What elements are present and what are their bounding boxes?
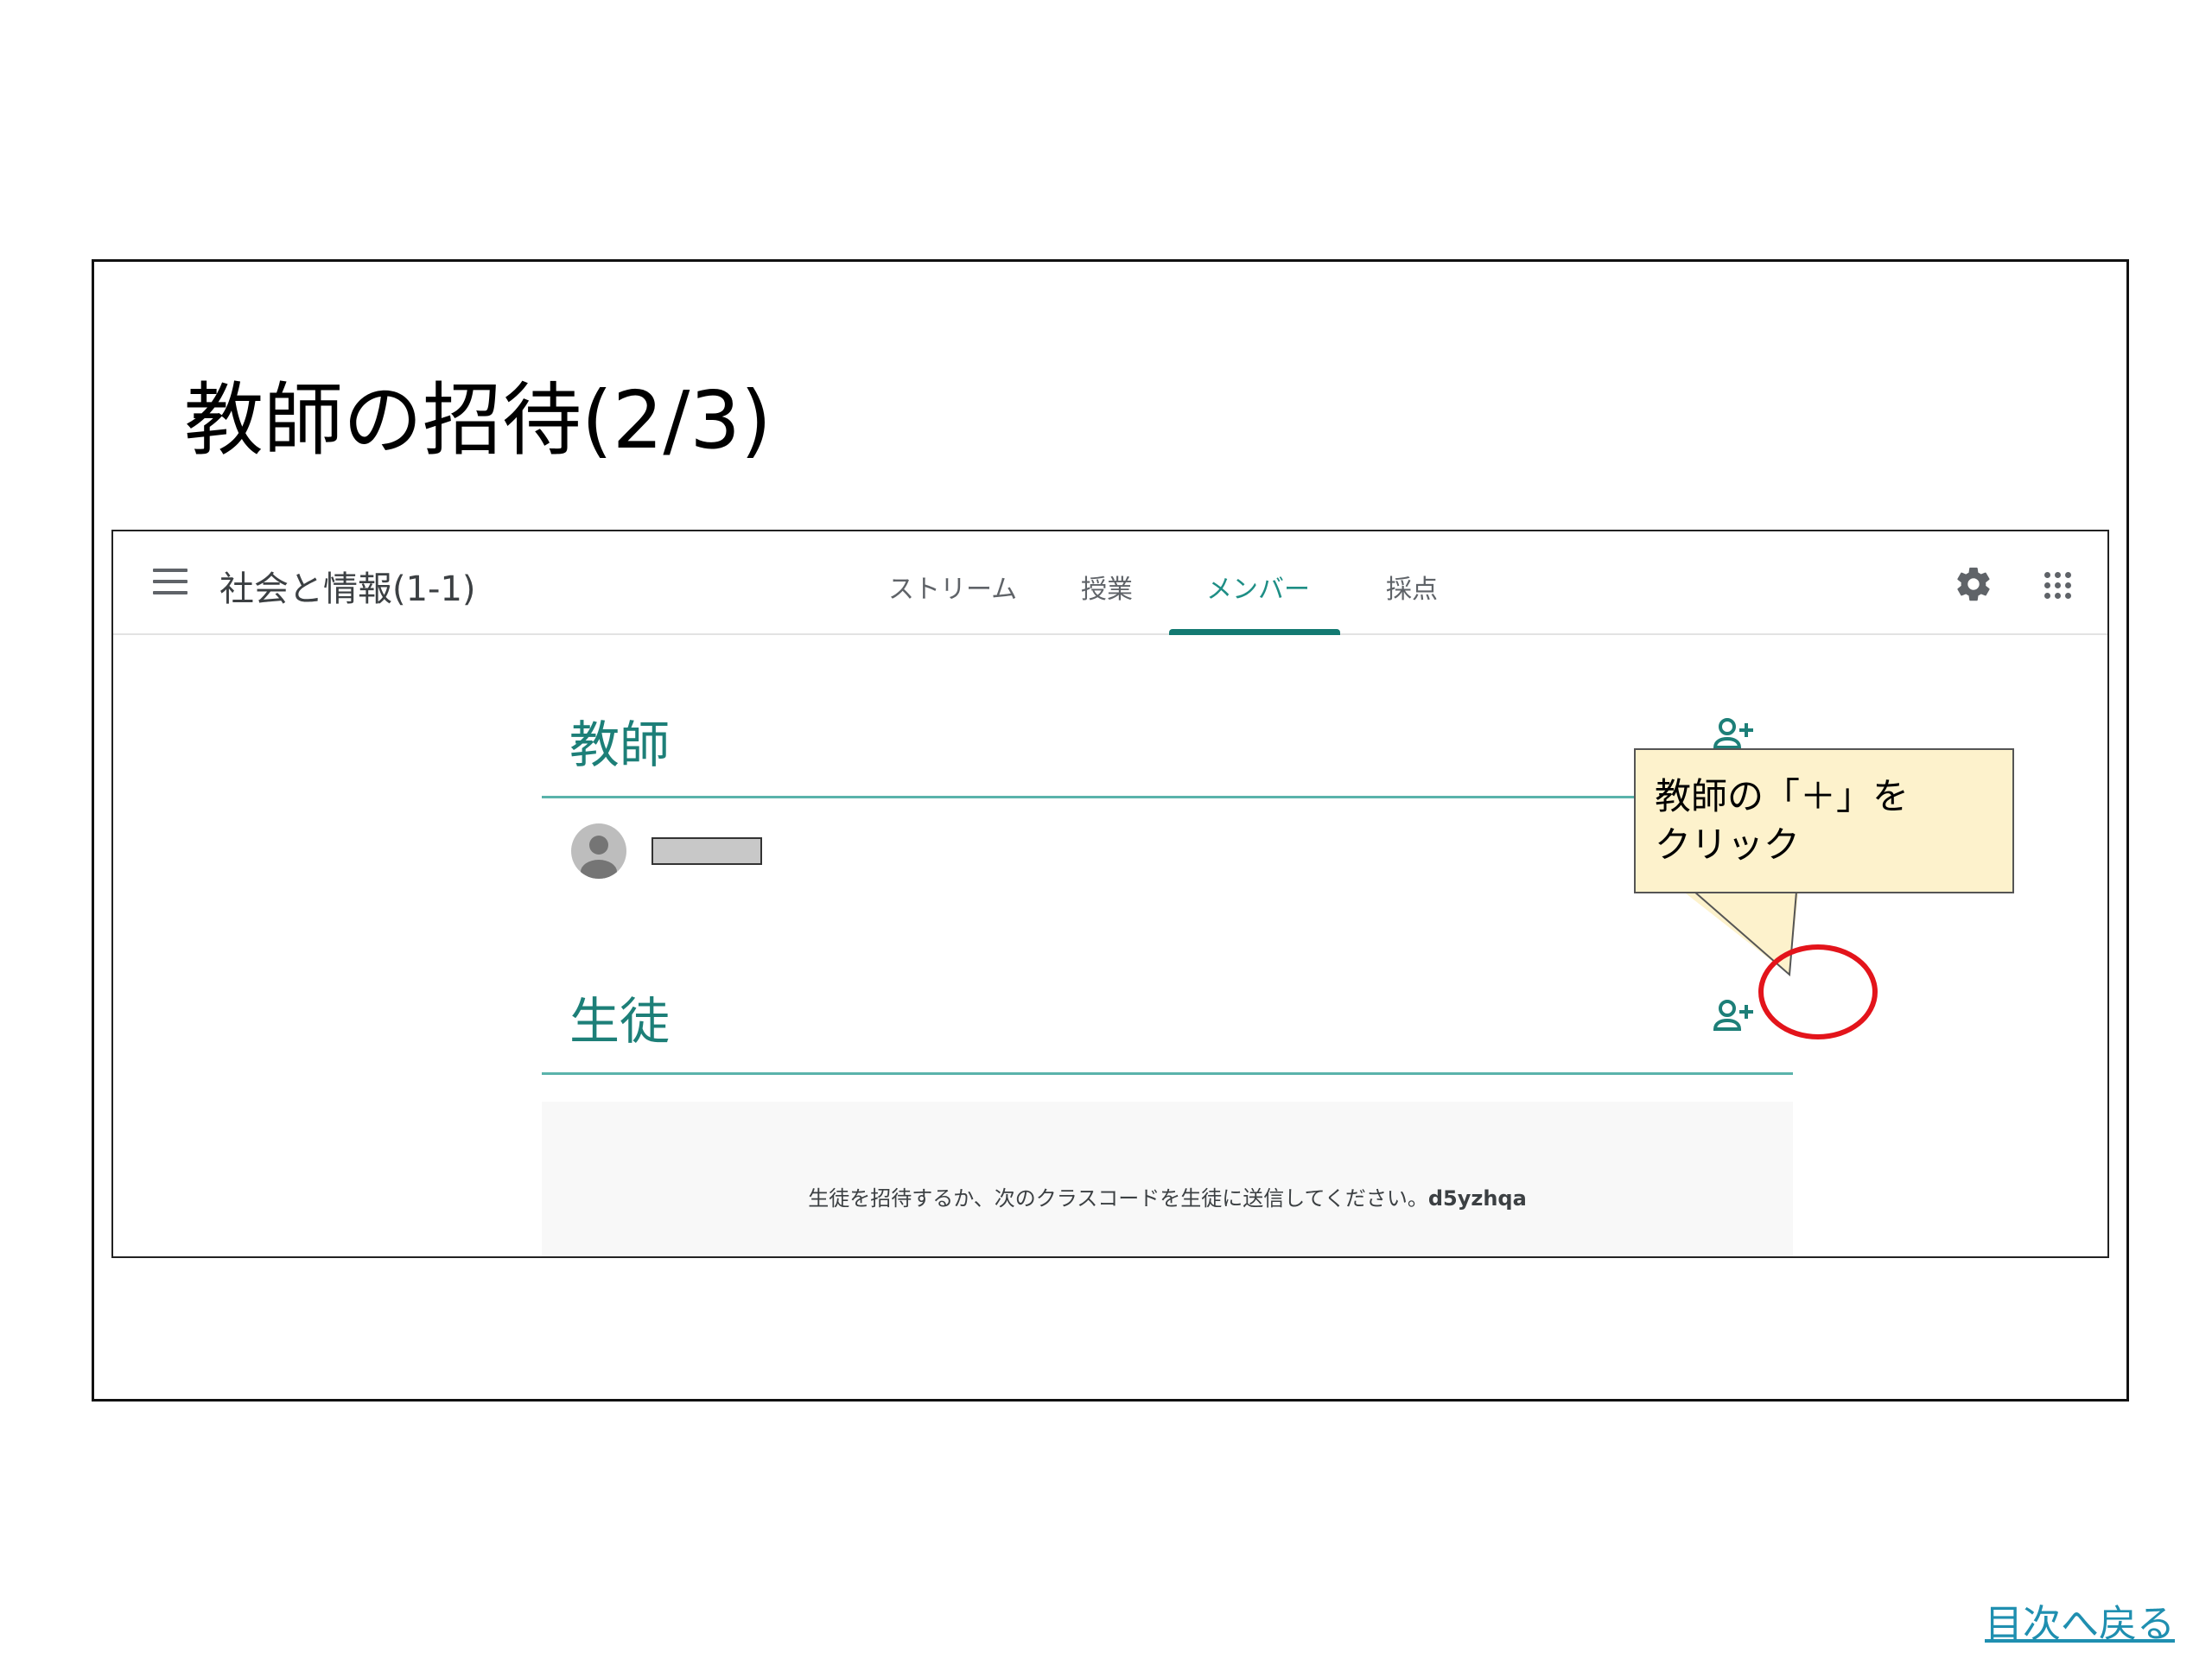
students-heading: 生徒 bbox=[569, 992, 671, 1051]
classroom-screenshot: 社会と情報(1-1) ストリーム 授業 メンバー 採点 教師 生徒 生徒を招待す… bbox=[111, 530, 2109, 1258]
tab-grades[interactable]: 採点 bbox=[1386, 568, 1438, 606]
avatar-icon bbox=[571, 823, 626, 879]
back-to-contents-link[interactable]: 目次へ戻る bbox=[1985, 1592, 2175, 1648]
add-person-icon bbox=[1713, 718, 1753, 749]
callout-text: 教師の「＋」を クリック bbox=[1655, 772, 1909, 869]
slide-frame: 教師の招待(2/3) 社会と情報(1-1) ストリーム 授業 メンバー 採点 教… bbox=[92, 259, 2175, 1646]
gear-icon[interactable] bbox=[1954, 564, 1993, 604]
menu-icon[interactable] bbox=[153, 569, 188, 596]
invite-message: 生徒を招待するか、次のクラスコードを生徒に送信してください。d5yzhqa bbox=[542, 1181, 1793, 1211]
tab-people[interactable]: メンバー bbox=[1206, 568, 1310, 606]
callout-line-1: 教師の「＋」を bbox=[1655, 775, 1910, 817]
teachers-heading: 教師 bbox=[569, 715, 671, 774]
apps-grid-icon[interactable] bbox=[2037, 564, 2076, 604]
teachers-divider bbox=[542, 796, 1793, 798]
active-tab-indicator bbox=[1169, 629, 1340, 635]
callout-line-2: クリック bbox=[1655, 823, 1801, 866]
class-code: d5yzhqa bbox=[1427, 1186, 1527, 1211]
highlight-circle bbox=[1758, 944, 1878, 1039]
instruction-callout: 教師の「＋」を クリック bbox=[1634, 748, 2014, 893]
invite-teacher-button[interactable] bbox=[1712, 715, 1757, 753]
students-divider bbox=[542, 1072, 1793, 1075]
class-name[interactable]: 社会と情報(1-1) bbox=[219, 561, 476, 611]
tab-classwork[interactable]: 授業 bbox=[1081, 568, 1133, 606]
tab-stream[interactable]: ストリーム bbox=[888, 568, 1017, 606]
invite-message-text: 生徒を招待するか、次のクラスコードを生徒に送信してください。 bbox=[808, 1186, 1428, 1211]
invite-students-panel: 生徒を招待するか、次のクラスコードを生徒に送信してください。d5yzhqa bbox=[542, 1102, 1793, 1256]
invite-student-button[interactable] bbox=[1712, 996, 1757, 1034]
redacted-teacher-name bbox=[652, 837, 762, 865]
slide-title: 教師の招待(2/3) bbox=[184, 374, 772, 467]
add-person-icon bbox=[1713, 1000, 1753, 1031]
top-app-bar: 社会と情報(1-1) ストリーム 授業 メンバー 採点 bbox=[113, 531, 2107, 635]
